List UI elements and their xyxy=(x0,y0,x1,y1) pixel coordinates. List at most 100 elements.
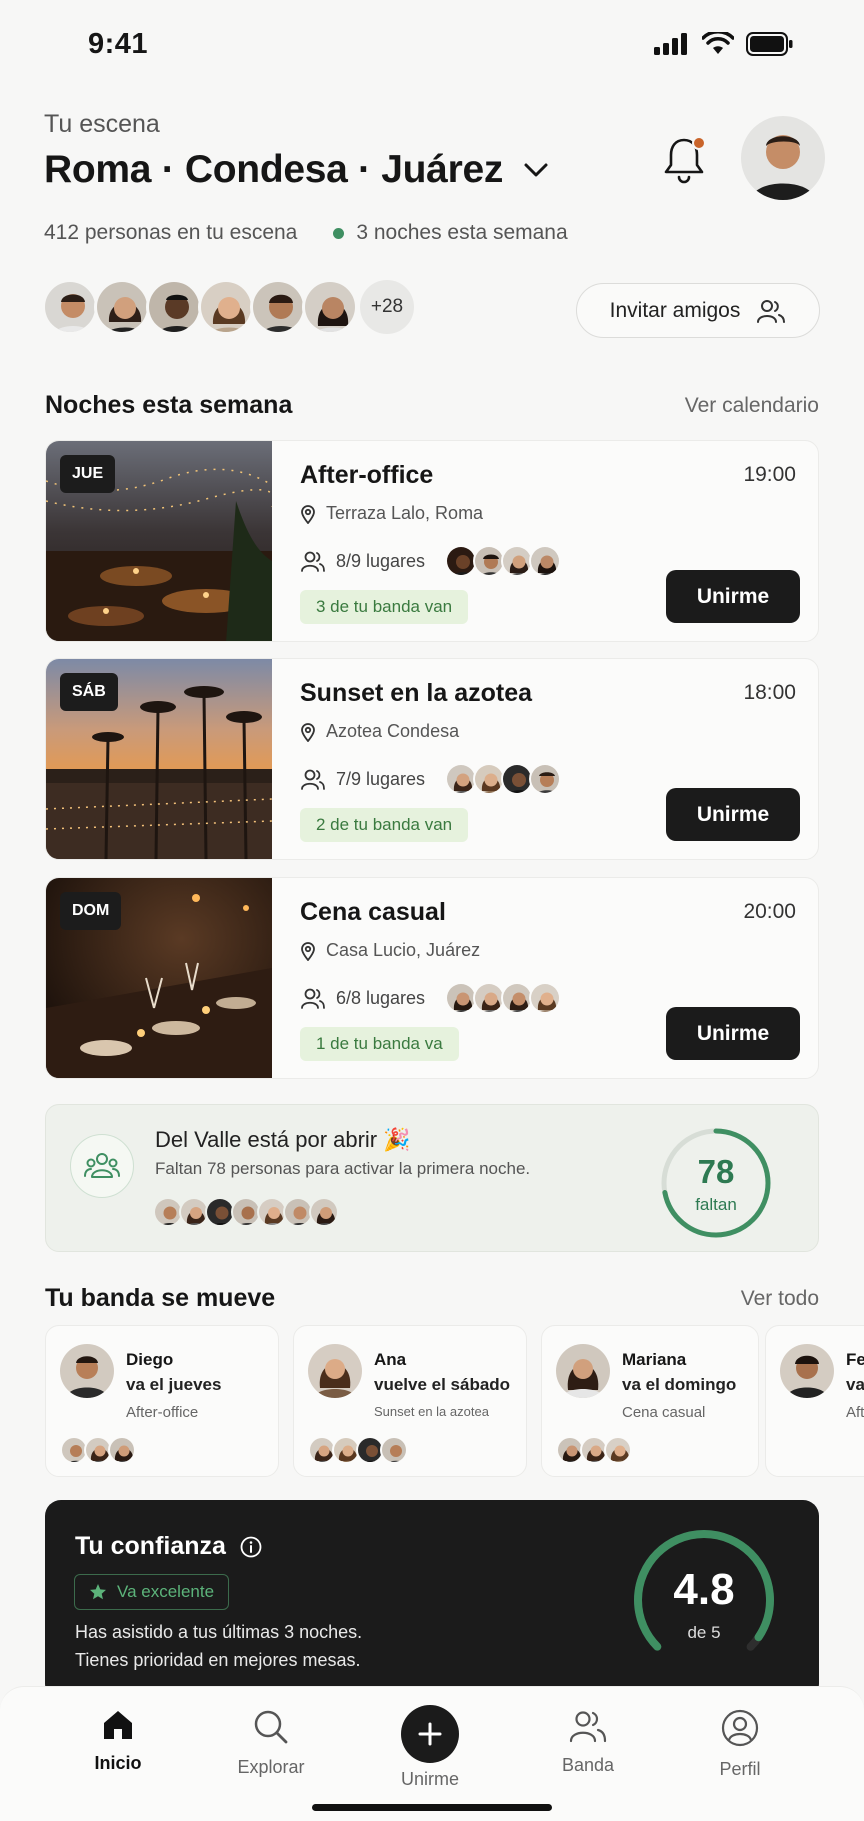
profile-avatar[interactable] xyxy=(741,116,825,200)
profile-icon xyxy=(721,1709,759,1747)
event-place-label: Terraza Lalo, Roma xyxy=(326,503,484,523)
avatar xyxy=(250,279,306,335)
friend-name: Diego xyxy=(126,1350,174,1369)
scene-avatars[interactable]: +28 xyxy=(42,279,414,335)
invite-label: Invitar amigos xyxy=(609,298,741,322)
event-spots: 6/8 lugares xyxy=(300,982,562,1014)
event-title: Sunset en la azotea xyxy=(300,679,533,707)
event-time: 20:00 xyxy=(743,900,796,923)
status-icons xyxy=(654,32,794,56)
band-tag: 1 de tu banda va xyxy=(300,1027,459,1061)
members-count: 412 personas en tu escena xyxy=(44,221,298,244)
event-card[interactable]: JUE After-office 19:00 Terraza Lalo, Rom… xyxy=(45,440,819,642)
avatar xyxy=(146,279,202,335)
users-icon xyxy=(569,1711,607,1743)
friend-status: va xyxy=(846,1375,864,1394)
status-dot xyxy=(333,227,345,239)
star-icon xyxy=(90,1584,106,1600)
tab-join[interactable]: Unirme xyxy=(370,1705,490,1790)
location-pin-icon xyxy=(301,722,315,742)
tab-bar: Inicio Explorar Unirme Banda Perfil xyxy=(0,1686,864,1821)
users-icon xyxy=(301,551,325,572)
users-icon xyxy=(301,988,325,1009)
section-title-nights: Noches esta semana xyxy=(45,391,293,419)
friend-attendees xyxy=(308,1436,408,1464)
trust-score: 4.8 xyxy=(673,1565,735,1614)
friend-avatar xyxy=(556,1344,610,1398)
tab-band-label: Banda xyxy=(561,1755,615,1775)
event-photo-terrace: JUE xyxy=(46,441,272,641)
friend-name: Ana xyxy=(374,1350,407,1369)
calendar-link[interactable]: Ver calendario xyxy=(685,394,819,418)
location-pin-icon xyxy=(301,941,315,961)
avatar xyxy=(529,763,562,795)
event-spots: 8/9 lugares xyxy=(300,545,562,577)
avatar xyxy=(604,1436,632,1464)
join-button[interactable]: Unirme xyxy=(666,1007,800,1060)
avatar xyxy=(108,1436,136,1464)
trust-score-max: de 5 xyxy=(687,1623,721,1642)
friend-card[interactable]: Fer va Afte xyxy=(765,1325,864,1477)
section-title-band: Tu banda se mueve xyxy=(45,1284,276,1312)
users-icon xyxy=(757,299,786,323)
event-spots-label: 6/8 lugares xyxy=(336,987,426,1008)
promo-avatars xyxy=(153,1197,339,1227)
join-button[interactable]: Unirme xyxy=(666,570,800,623)
avatar xyxy=(198,279,254,335)
invite-friends-button[interactable]: Invitar amigos xyxy=(576,283,820,338)
event-place: Azotea Condesa xyxy=(300,721,459,742)
join-button[interactable]: Unirme xyxy=(666,788,800,841)
avatar xyxy=(302,279,358,335)
scene-selector[interactable]: Roma · Condesa · Juárez xyxy=(44,148,549,192)
trust-badge-label: Va excelente xyxy=(117,1582,215,1601)
attendee-avatars xyxy=(445,763,562,795)
event-photo-rooftop: SÁB xyxy=(46,659,272,859)
location-pin-icon xyxy=(301,504,315,524)
tab-band[interactable]: Banda xyxy=(528,1709,648,1776)
avatar xyxy=(529,545,562,577)
trust-card[interactable]: Tu confianza Va excelente Has asistido a… xyxy=(45,1500,819,1700)
info-icon[interactable] xyxy=(240,1536,262,1558)
tab-home-label: Inicio xyxy=(94,1753,142,1773)
event-place-label: Azotea Condesa xyxy=(326,721,460,741)
more-members-count[interactable]: +28 xyxy=(360,280,414,334)
trust-title-label: Tu confianza xyxy=(75,1532,226,1560)
tab-profile-label: Perfil xyxy=(719,1759,761,1779)
event-card[interactable]: DOM Cena casual 20:00 Casa Lucio, Juárez… xyxy=(45,877,819,1079)
avatar xyxy=(380,1436,408,1464)
battery-icon xyxy=(746,32,793,56)
nights-count: 3 noches esta semana xyxy=(356,221,568,244)
friend-name: Fer xyxy=(846,1350,864,1369)
event-time: 18:00 xyxy=(743,681,796,704)
friend-event: After-office xyxy=(126,1404,199,1421)
group-icon xyxy=(70,1134,134,1198)
friend-card[interactable]: Mariana va el domingo Cena casual xyxy=(541,1325,759,1477)
event-place-label: Casa Lucio, Juárez xyxy=(326,940,481,960)
friend-card[interactable]: Diego va el jueves After-office xyxy=(45,1325,279,1477)
remaining-label: faltan xyxy=(695,1195,737,1214)
friend-avatar xyxy=(60,1344,114,1398)
wifi-icon xyxy=(702,32,734,54)
trust-line-2: Tienes prioridad en mejores mesas. xyxy=(75,1650,361,1670)
chevron-down-icon xyxy=(524,163,548,177)
new-scene-promo[interactable]: Del Valle está por abrir 🎉 Faltan 78 per… xyxy=(45,1104,819,1252)
home-indicator xyxy=(312,1804,552,1811)
band-tag: 3 de tu banda van xyxy=(300,590,469,624)
trust-title: Tu confianza xyxy=(75,1532,262,1561)
tab-profile[interactable]: Perfil xyxy=(680,1709,800,1780)
see-all-link[interactable]: Ver todo xyxy=(741,1287,819,1311)
friend-avatar xyxy=(308,1344,362,1398)
notifications-button[interactable] xyxy=(660,132,708,188)
friend-card[interactable]: Ana vuelve el sábado Sunset en la azotea xyxy=(293,1325,527,1477)
day-badge: DOM xyxy=(60,892,122,930)
trust-badge: Va excelente xyxy=(74,1574,230,1610)
tab-explore[interactable]: Explorar xyxy=(211,1709,331,1778)
scene-meta: 412 personas en tu escena 3 noches esta … xyxy=(44,221,568,245)
tab-home[interactable]: Inicio xyxy=(58,1709,178,1774)
plus-icon xyxy=(401,1705,459,1763)
event-card[interactable]: SÁB Sunset en la azotea 18:00 Azotea Con… xyxy=(45,658,819,860)
promo-title: Del Valle está por abrir 🎉 xyxy=(155,1127,411,1152)
friend-event: Cena casual xyxy=(622,1404,706,1421)
attendee-avatars xyxy=(445,545,562,577)
trust-score-ring: 4.8 de 5 xyxy=(631,1527,777,1673)
